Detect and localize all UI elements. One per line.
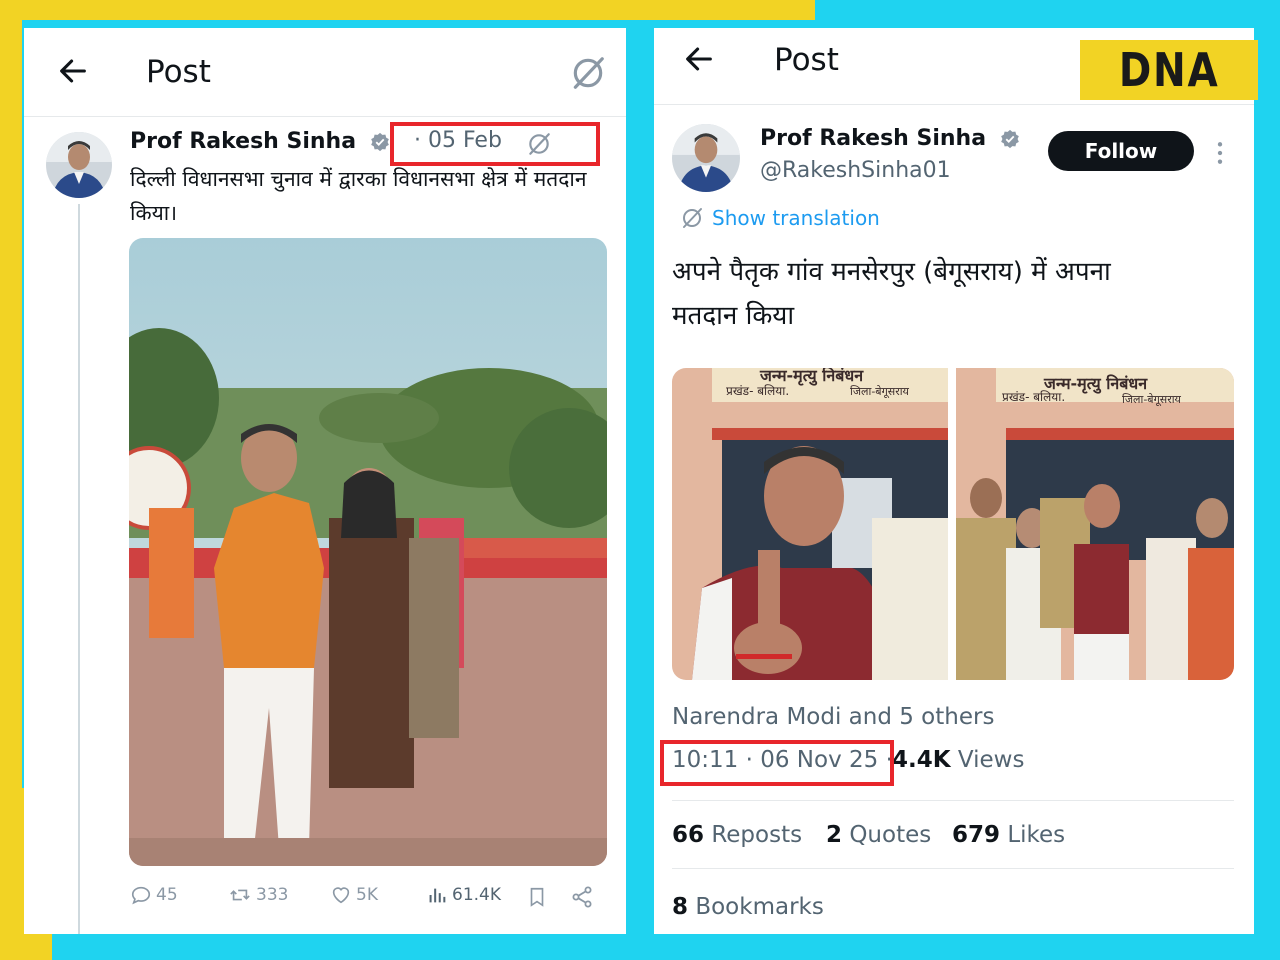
views-count: 61.4K	[452, 885, 501, 905]
photo-sign-block: प्रखंड- बलिया.	[1002, 390, 1066, 404]
like-icon	[332, 887, 350, 904]
timestamp-highlight-box	[660, 740, 894, 786]
photo-sign-block: प्रखंड- बलिया.	[726, 384, 790, 398]
verified-icon	[1000, 129, 1019, 149]
background-yellow-band-top	[0, 0, 815, 20]
follow-button[interactable]: Follow	[1048, 131, 1194, 171]
avatar[interactable]	[46, 132, 112, 198]
repost-action[interactable]: 333	[228, 884, 288, 906]
reposts-stat[interactable]: 66 Reposts	[672, 822, 802, 848]
tweet-photo-2[interactable]: जन्म-मृत्यु निबंधन प्रखंड- बलिया. जिला-ब…	[956, 368, 1234, 680]
bookmarks-label: Bookmarks	[695, 894, 824, 920]
stats-divider	[672, 800, 1234, 801]
reposts-count: 66	[672, 822, 705, 848]
more-icon[interactable]	[1214, 140, 1226, 166]
liked-by-text[interactable]: Narendra Modi and 5 others	[672, 704, 994, 730]
views-icon	[429, 888, 446, 903]
header-title: Post	[774, 42, 839, 78]
bookmark-icon[interactable]	[526, 885, 548, 909]
right-post-screenshot: Post Prof Rakesh Sinha @RakeshSinha01 Fo…	[654, 28, 1254, 934]
bookmarks-stat[interactable]: 8 Bookmarks	[672, 894, 824, 920]
repost-count: 333	[256, 885, 289, 905]
quotes-stat[interactable]: 2 Quotes	[826, 822, 931, 848]
tweet-photo[interactable]	[129, 238, 607, 866]
back-arrow-icon[interactable]	[56, 54, 90, 88]
verified-icon	[370, 132, 389, 152]
translate-icon	[683, 208, 702, 228]
translate-icon[interactable]	[569, 54, 607, 92]
repost-icon	[230, 889, 250, 901]
author-name-text: Prof Rakesh Sinha	[760, 126, 987, 151]
avatar[interactable]	[672, 124, 740, 192]
views-count: 4.4K	[892, 747, 951, 773]
author-name[interactable]: Prof Rakesh Sinha	[130, 129, 390, 154]
show-translation-label: Show translation	[712, 206, 880, 230]
header-divider	[654, 104, 1254, 105]
back-arrow-icon[interactable]	[682, 42, 716, 76]
author-name-text: Prof Rakesh Sinha	[130, 129, 357, 154]
like-count: 5K	[356, 885, 378, 905]
tweet-photo-1[interactable]: जन्म-मृत्यु निबंधन प्रखंड- बलिया. जिला-ब…	[672, 368, 948, 680]
stats-divider-2	[672, 868, 1234, 869]
show-translation-link[interactable]: Show translation	[680, 206, 880, 230]
bookmarks-count: 8	[672, 894, 689, 920]
views-action[interactable]: 61.4K	[426, 884, 501, 906]
views-label: Views	[957, 747, 1025, 773]
quotes-count: 2	[826, 822, 843, 848]
date-highlight-box	[390, 122, 600, 166]
header-divider	[24, 116, 626, 117]
dna-logo-text: DNA	[1118, 43, 1220, 97]
header-title: Post	[146, 54, 211, 90]
thread-line	[78, 204, 80, 934]
tweet-text: दिल्ली विधानसभा चुनाव में द्वारका विधानस…	[130, 167, 587, 225]
author-handle[interactable]: @RakeshSinha01	[760, 158, 951, 183]
tweet-text-line1: अपने पैतृक गांव मनसेरपुर (बेगूसराय) में …	[672, 257, 1111, 287]
reply-count: 45	[156, 885, 178, 905]
likes-count: 679	[952, 822, 1001, 848]
tweet-text-line2: मतदान किया	[672, 301, 795, 331]
dna-logo: DNA	[1080, 40, 1258, 100]
like-action[interactable]: 5K	[330, 884, 378, 906]
reposts-label: Reposts	[711, 822, 803, 848]
photo-sign-district: जिला-बेगूसराय	[1122, 393, 1181, 406]
left-post-screenshot: Post Prof Rakesh Sinha · 05 Feb दिल्ली व…	[24, 28, 626, 934]
reply-icon	[131, 886, 151, 905]
reply-action[interactable]: 45	[130, 884, 178, 906]
photo-sign-district: जिला-बेगूसराय	[850, 385, 909, 398]
views-stat[interactable]: 4.4K Views	[892, 747, 1024, 773]
share-icon[interactable]	[570, 885, 594, 909]
likes-label: Likes	[1007, 822, 1066, 848]
likes-stat[interactable]: 679 Likes	[952, 822, 1065, 848]
quotes-label: Quotes	[849, 822, 932, 848]
author-name[interactable]: Prof Rakesh Sinha	[760, 126, 1020, 151]
